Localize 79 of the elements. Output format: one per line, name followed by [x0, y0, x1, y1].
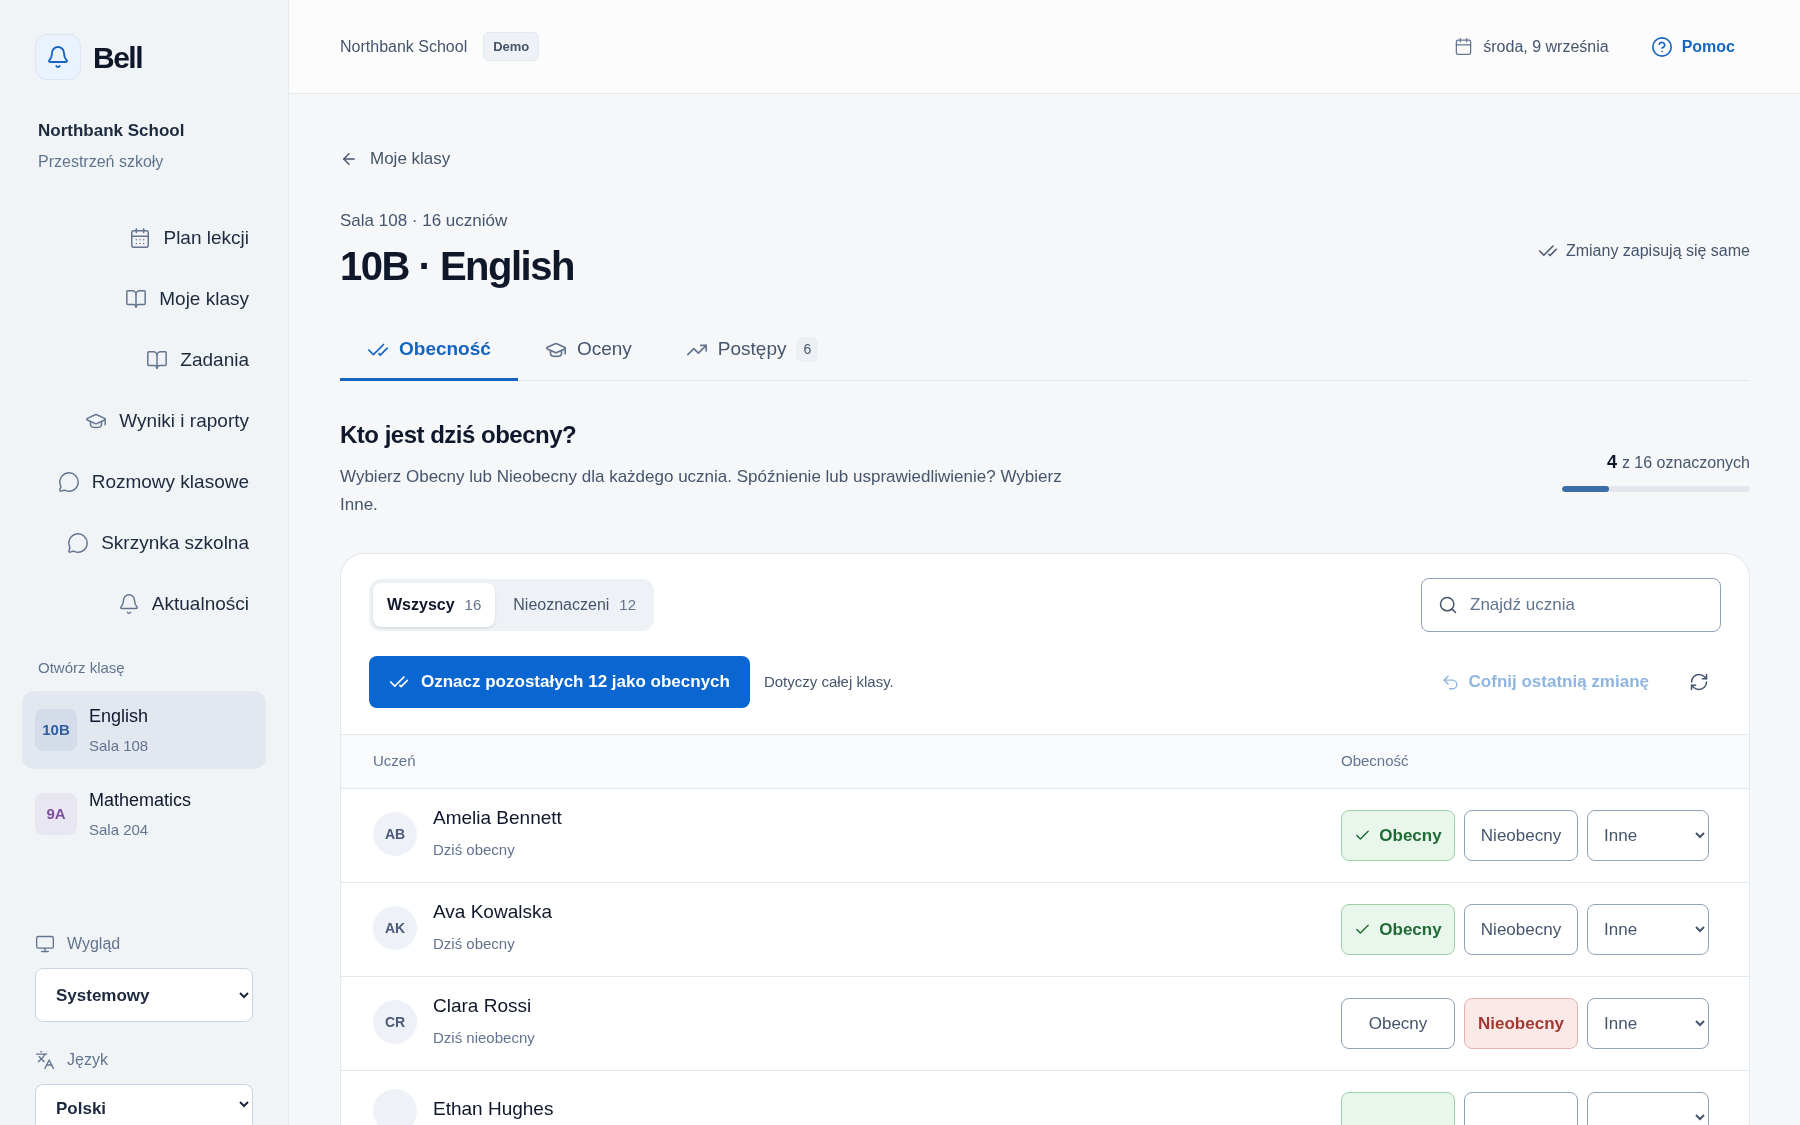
demo-badge: Demo	[483, 31, 540, 62]
book-icon	[146, 349, 169, 371]
student-name: Ava Kowalska	[433, 900, 552, 924]
nav-item[interactable]: Aktualności	[117, 573, 249, 635]
brand-name: Bell	[93, 39, 143, 76]
calendar-icon	[129, 227, 152, 249]
column-header: Obecność	[1341, 751, 1410, 772]
help-icon	[1650, 35, 1673, 58]
other-select[interactable]: Inne	[1587, 810, 1709, 861]
nav-item[interactable]: Plan lekcji	[129, 207, 249, 269]
student-status: Dziś obecny	[433, 933, 516, 954]
present-button[interactable]: Obecny	[1341, 998, 1455, 1049]
calendar-icon	[1454, 37, 1474, 56]
appearance-label: Wygląd	[67, 934, 121, 954]
translate-icon	[35, 1050, 55, 1070]
class-subtitle: Sala 108 · 16 uczniów	[340, 209, 509, 232]
tab[interactable]: Obecność	[340, 321, 518, 381]
class-name: English	[89, 704, 149, 728]
absent-button[interactable]: Nieobecny	[1464, 904, 1578, 955]
filter-tab[interactable]: Nieoznaczeni 12	[499, 583, 651, 627]
monitor-icon	[35, 934, 55, 954]
nav-item[interactable]: Moje klasy	[125, 268, 249, 330]
current-date: środa, 9 września	[1483, 36, 1609, 57]
tab[interactable]: Postępy 6	[658, 321, 846, 381]
section-heading: Kto jest dziś obecny?	[340, 420, 578, 450]
student-status: Dziś nieobecny	[433, 1027, 535, 1048]
nav-item[interactable]: Wyniki i raporty	[85, 390, 249, 452]
bell-icon	[117, 593, 140, 615]
filter-tab[interactable]: Wszyscy 16	[373, 583, 496, 627]
absent-button[interactable]: Nieobecny	[1464, 810, 1578, 861]
bulk-note: Dotyczy całej klasy.	[763, 671, 894, 692]
class-item[interactable]: 10B English Sala 108	[22, 691, 266, 769]
page-title: 10B · English	[340, 243, 574, 290]
school-name: Northbank School	[38, 120, 186, 142]
class-code: 10B	[35, 709, 77, 751]
class-name: Mathematics	[89, 788, 192, 812]
school-name: Northbank School	[340, 36, 468, 57]
other-select[interactable]: Inne	[1587, 904, 1709, 955]
student-status: Dziś obecny	[433, 839, 516, 860]
absent-button[interactable]: Nieobecny	[1464, 998, 1578, 1049]
section-label: Otwórz klasę	[38, 657, 126, 678]
avatar: AB	[373, 812, 417, 856]
avatar: CR	[373, 1000, 417, 1044]
chat-bubble-icon	[67, 532, 90, 554]
refresh-icon	[1689, 672, 1709, 692]
back-link[interactable]: Moje klasy	[340, 146, 451, 172]
mark-all-present-button[interactable]: Oznacz pozostałych 12 jako obecnych	[369, 656, 750, 708]
school-subtitle: Przestrzeń szkoły	[38, 151, 165, 172]
search-icon	[1438, 595, 1458, 615]
avatar: AK	[373, 906, 417, 950]
appearance-select[interactable]: Systemowy	[35, 968, 253, 1022]
language-label: Język	[67, 1050, 108, 1070]
column-header: Uczeń	[373, 751, 417, 772]
present-button[interactable]: Obecny	[1341, 904, 1455, 955]
search-input[interactable]: Znajdź ucznia	[1470, 592, 1704, 618]
student-name: Amelia Bennett	[433, 806, 562, 830]
section-description: Wybierz Obecny lub Nieobecny dla każdego ucznia. Spóźnienie lub usprawiedliwienie? Wybierz Inne.	[340, 466, 1063, 516]
class-room: Sala 108	[89, 735, 149, 756]
student-name: Ethan Hughes	[433, 1097, 554, 1122]
nav-item[interactable]: Rozmowy klasowe	[57, 451, 249, 513]
other-select[interactable]: Inne	[1587, 998, 1709, 1049]
tab[interactable]: Oceny	[517, 321, 659, 381]
nav-item[interactable]: Zadania	[146, 329, 249, 391]
class-item[interactable]: 9A Mathematics Sala 204	[22, 775, 266, 853]
book-icon	[125, 288, 148, 310]
marked-label: z 16 oznaczonych	[1621, 453, 1750, 473]
class-room: Sala 204	[89, 819, 150, 840]
marked-count: 4	[1606, 451, 1617, 474]
language-select[interactable]: Polski	[35, 1084, 253, 1125]
search-field[interactable]: Znajdź ucznia	[1421, 578, 1721, 632]
logo-icon	[35, 34, 81, 80]
help-link[interactable]: Pomoc	[1650, 34, 1735, 59]
present-button[interactable]: Obecny	[1341, 810, 1455, 861]
count-badge: 6	[796, 337, 819, 362]
class-code: 9A	[35, 793, 77, 835]
nav-item[interactable]: Skrzynka szkolna	[67, 512, 249, 574]
student-name: Clara Rossi	[433, 994, 533, 1018]
chat-bubble-icon	[57, 471, 80, 493]
autosave-note: Zmiany zapisują się same	[1565, 241, 1750, 261]
